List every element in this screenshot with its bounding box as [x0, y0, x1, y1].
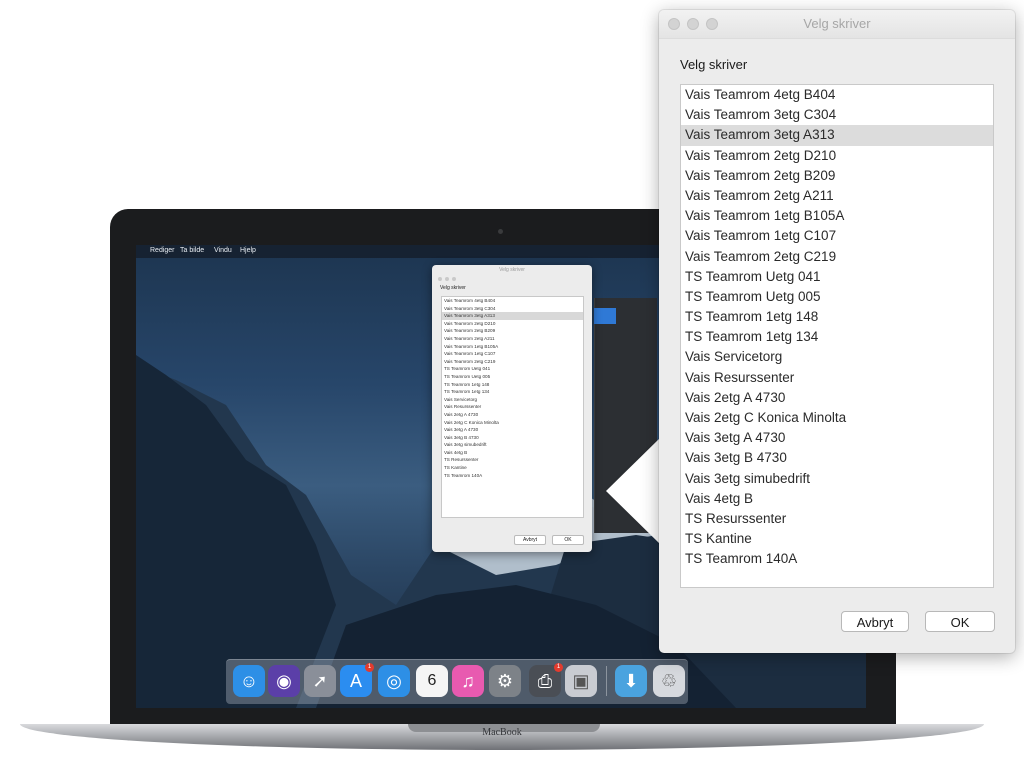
dock-separator — [606, 666, 607, 696]
mini-printer-list-item[interactable]: Vais 3etg B 4730 — [442, 434, 583, 442]
itunes-icon[interactable]: ♫ — [452, 665, 484, 697]
calendar-date: 6 — [427, 672, 437, 689]
notification-badge: 1 — [554, 663, 563, 672]
dialog-heading: Velg skriver — [680, 57, 748, 72]
printer-list-item[interactable]: Vais Teamrom 3etg C304 — [681, 105, 993, 125]
camera-dot — [498, 229, 503, 234]
mini-printer-list-item[interactable]: Vais 3etg A 4730 — [442, 426, 583, 434]
menu-ta-bilde[interactable]: Ta bilde — [180, 247, 204, 254]
mini-printer-list-item[interactable]: Vais Teamrom 2etg A211 — [442, 335, 583, 343]
mini-printer-list-item[interactable]: Vais 2etg A 4730 — [442, 411, 583, 419]
calendar-icon[interactable]: 6 — [416, 665, 448, 697]
finder-icon[interactable]: ☺ — [233, 665, 265, 697]
mini-printer-list-item[interactable]: Vais Teamrom 2etg C219 — [442, 358, 583, 366]
printer-list-item[interactable]: Vais 2etg A 4730 — [681, 388, 993, 408]
mini-printer-list-item[interactable]: Vais Servicetorg — [442, 396, 583, 404]
safari-icon[interactable]: ◎ — [378, 665, 410, 697]
printer-list-item[interactable]: Vais Resurssenter — [681, 368, 993, 388]
mini-printer-list-item[interactable]: Vais 2etg C Konica Minolta — [442, 419, 583, 427]
system-preferences-icon[interactable]: ⚙ — [489, 665, 521, 697]
printer-list-item[interactable]: TS Teamrom Uetg 005 — [681, 287, 993, 307]
mini-cancel-button[interactable]: Avbryt — [514, 535, 546, 545]
cancel-button[interactable]: Avbryt — [841, 611, 909, 632]
mini-heading: Velg skriver — [440, 285, 466, 291]
printer-list-item[interactable]: TS Teamrom 1etg 148 — [681, 307, 993, 327]
mini-printer-list-item[interactable]: Vais Teamrom 3etg A313 — [442, 312, 583, 320]
menu-vindu[interactable]: Vindu — [214, 247, 232, 254]
trash-icon[interactable]: ♲ — [653, 665, 685, 697]
printer-list-item[interactable]: Vais Teamrom 1etg B105A — [681, 206, 993, 226]
mini-printer-list-item[interactable]: Vais 4etg B — [442, 449, 583, 457]
mini-printer-list-item[interactable]: TS Teamrom 140A — [442, 472, 583, 480]
launchpad-icon[interactable]: ➚ — [304, 665, 336, 697]
preview-icon[interactable]: ▣ — [565, 665, 597, 697]
mini-window-title: Velg skriver — [499, 267, 525, 273]
printer-list-item[interactable]: Vais Teamrom 1etg C107 — [681, 226, 993, 246]
mini-printer-list-item[interactable]: Vais Teamrom 2etg B209 — [442, 327, 583, 335]
mini-printer-list-item[interactable]: TS Teamrom 1etg 134 — [442, 388, 583, 396]
printer-list-item[interactable]: Vais 3etg A 4730 — [681, 428, 993, 448]
mini-printer-list[interactable]: Vais Teamrom 4etg B404 Vais Teamrom 3etg … — [441, 296, 584, 518]
mini-printer-list-item[interactable]: TS Teamrom Uetg 041 — [442, 365, 583, 373]
printer-list-item[interactable]: TS Teamrom 140A — [681, 549, 993, 569]
printer-list-item[interactable]: Vais 4etg B — [681, 489, 993, 509]
mini-printer-list-item[interactable]: TS Resurssenter — [442, 456, 583, 464]
printer-list-item[interactable]: Vais 3etg B 4730 — [681, 448, 993, 468]
mini-printer-list-item[interactable]: Vais Teamrom 1etg B105A — [442, 343, 583, 351]
printer-list-item[interactable]: Vais 2etg C Konica Minolta — [681, 408, 993, 428]
window-title: Velg skriver — [803, 16, 871, 31]
printer-list[interactable]: Vais Teamrom 4etg B404 Vais Teamrom 3etg … — [680, 84, 994, 588]
printer-list-item[interactable]: TS Teamrom Uetg 041 — [681, 267, 993, 287]
siri-icon[interactable]: ◉ — [268, 665, 300, 697]
ok-button[interactable]: OK — [925, 611, 995, 632]
printer-list-item[interactable]: TS Resurssenter — [681, 509, 993, 529]
titlebar: Velg skriver — [659, 10, 1015, 39]
notification-badge: 1 — [365, 663, 374, 672]
mini-ok-button[interactable]: OK — [552, 535, 584, 545]
mini-printer-list-item[interactable]: Vais Teamrom 3etg C304 — [442, 305, 583, 313]
mini-printer-list-item[interactable]: Vais Teamrom 2etg D210 — [442, 320, 583, 328]
mini-printer-list-item[interactable]: TS Teamrom 1etg 148 — [442, 381, 583, 389]
printer-list-item[interactable]: Vais Teamrom 2etg C219 — [681, 247, 993, 267]
printer-list-item[interactable]: Vais Teamrom 2etg A211 — [681, 186, 993, 206]
printer-list-item[interactable]: Vais Servicetorg — [681, 347, 993, 367]
printer-list-item[interactable]: TS Teamrom 1etg 134 — [681, 327, 993, 347]
printer-list-item[interactable]: TS Kantine — [681, 529, 993, 549]
printer-list-item[interactable]: Vais Teamrom 2etg D210 — [681, 146, 993, 166]
printer-list-item[interactable]: Vais Teamrom 2etg B209 — [681, 166, 993, 186]
mini-printer-list-item[interactable]: Vais Teamrom 4etg B404 — [442, 297, 583, 305]
mini-printer-list-item[interactable]: Vais 3etg simubedrift — [442, 441, 583, 449]
macbook-label: MacBook — [482, 727, 522, 738]
menu-hjelp[interactable]: Hjelp — [240, 247, 256, 254]
zoom-pointer — [606, 437, 661, 545]
printer-dialog: Velg skriver Velg skriver Vais Teamrom 4… — [659, 10, 1015, 653]
mini-printer-dialog: Velg skriver Velg skriver Vais Teamrom 4… — [432, 265, 592, 552]
mini-printer-list-item[interactable]: Vais Resurssenter — [442, 403, 583, 411]
printer-list-item[interactable]: Vais 3etg simubedrift — [681, 469, 993, 489]
menu-rediger[interactable]: Rediger — [150, 247, 175, 254]
mini-printer-list-item[interactable]: TS Teamrom Uetg 005 — [442, 373, 583, 381]
mini-printer-list-item[interactable]: TS Kantine — [442, 464, 583, 472]
downloads-folder-icon[interactable]: ⬇ — [615, 665, 647, 697]
mini-printer-list-item[interactable]: Vais Teamrom 1etg C107 — [442, 350, 583, 358]
background-app-highlight — [594, 308, 616, 324]
printer-list-item[interactable]: Vais Teamrom 3etg A313 — [681, 125, 993, 146]
printer-list-item[interactable]: Vais Teamrom 4etg B404 — [681, 85, 993, 105]
